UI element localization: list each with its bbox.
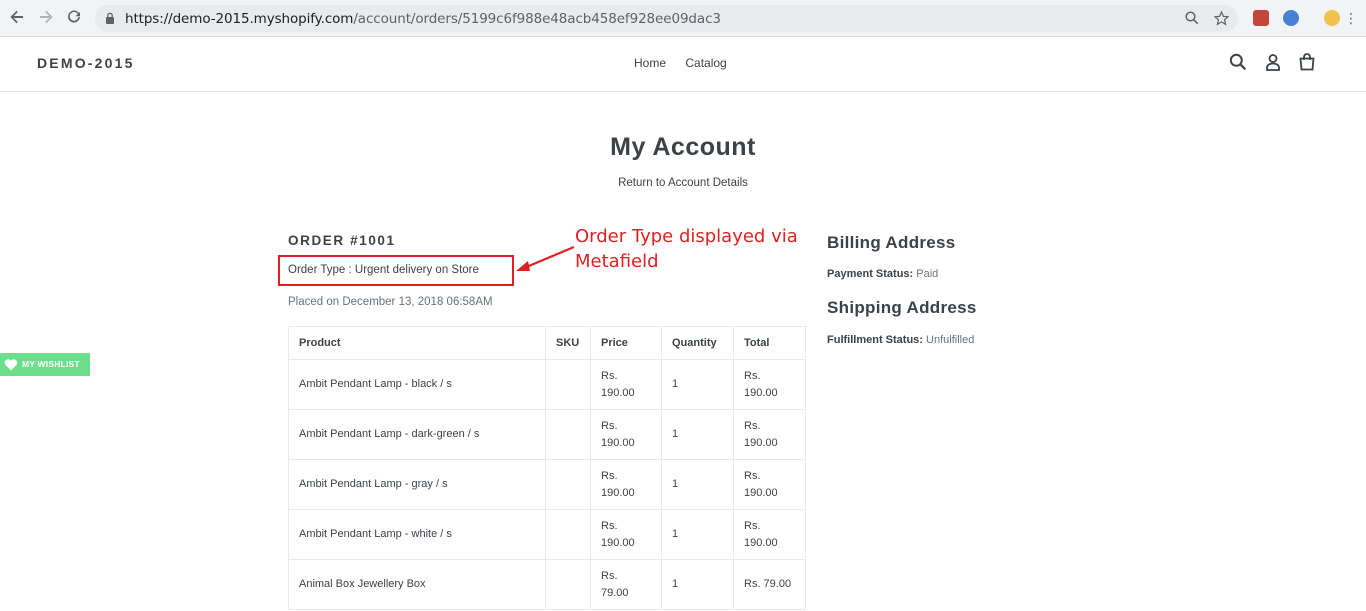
heart-icon — [4, 359, 18, 371]
annotation-line-1: Order Type displayed via — [575, 226, 798, 247]
billing-address-title: Billing Address — [827, 233, 956, 252]
page-title: My Account — [610, 133, 756, 161]
order-placed-date: Placed on December 13, 2018 06:58AM — [288, 296, 493, 308]
store-logo[interactable]: DEMO-2015 — [37, 55, 135, 71]
total-cell: Rs. 190.00 — [733, 409, 806, 460]
nav-catalog-link[interactable]: Catalog — [685, 56, 726, 70]
quantity-cell: 1 — [661, 359, 734, 410]
payment-status: Payment Status: Paid — [827, 268, 939, 280]
annotation-callout: Order Type displayed via Metafield — [575, 224, 798, 274]
my-wishlist-button[interactable]: MY WISHLIST — [0, 353, 90, 376]
main-nav: Home Catalog — [634, 56, 743, 70]
lock-icon — [106, 12, 114, 24]
header-total: Total — [733, 326, 806, 360]
cart-icon[interactable] — [1298, 53, 1318, 73]
sku-cell — [545, 459, 591, 510]
total-cell: Rs. 79.00 — [733, 559, 806, 610]
bookmark-star-icon[interactable] — [1213, 10, 1229, 27]
order-title: ORDER #1001 — [288, 233, 396, 248]
price-cell: Rs. 79.00 — [590, 559, 662, 610]
pdf-extension-icon[interactable] — [1253, 10, 1269, 26]
quantity-cell: 1 — [661, 509, 734, 560]
price-cell: Rs. 190.00 — [590, 359, 662, 410]
table-row: Ambit Pendant Lamp - gray / s Rs. 190.00 … — [288, 459, 806, 510]
site-header: DEMO-2015 Home Catalog — [0, 37, 1366, 92]
fulfillment-status: Fulfillment Status: Unfulfilled — [827, 334, 975, 346]
product-name[interactable]: Ambit Pendant Lamp - dark-green / s — [288, 409, 546, 460]
product-name[interactable]: Ambit Pendant Lamp - white / s — [288, 509, 546, 560]
annotation-arrow-icon — [516, 245, 575, 271]
price-cell: Rs. 190.00 — [590, 409, 662, 460]
order-items-table: Product SKU Price Quantity Total Ambit P… — [288, 326, 806, 610]
price-cell: Rs. 190.00 — [590, 459, 662, 510]
shipping-address-title: Shipping Address — [827, 298, 977, 317]
table-row: Animal Box Jewellery Box Rs. 79.00 1 Rs. … — [288, 559, 806, 610]
quantity-cell: 1 — [661, 409, 734, 460]
total-cell: Rs. 190.00 — [733, 359, 806, 410]
table-row: Ambit Pendant Lamp - black / s Rs. 190.00… — [288, 359, 806, 410]
extension-icon[interactable] — [1283, 10, 1299, 26]
url-text: https://demo-2015.myshopify.com/account/… — [125, 11, 721, 27]
header-product: Product — [288, 326, 546, 360]
product-name[interactable]: Ambit Pendant Lamp - gray / s — [288, 459, 546, 510]
table-header-row: Product SKU Price Quantity Total — [288, 326, 806, 360]
browser-toolbar: https://demo-2015.myshopify.com/account/… — [0, 0, 1366, 37]
back-icon[interactable] — [8, 9, 26, 27]
return-to-account-link[interactable]: Return to Account Details — [0, 177, 1366, 189]
sku-cell — [545, 509, 591, 560]
search-icon[interactable] — [1229, 53, 1249, 73]
wishlist-label: MY WISHLIST — [22, 359, 80, 369]
order-type-text: Order Type : Urgent delivery on Store — [288, 264, 479, 276]
table-row: Ambit Pendant Lamp - dark-green / s Rs. 1… — [288, 409, 806, 460]
forward-icon[interactable] — [37, 9, 55, 27]
account-icon[interactable] — [1264, 53, 1284, 73]
sku-cell — [545, 359, 591, 410]
sku-cell — [545, 409, 591, 460]
quantity-cell: 1 — [661, 559, 734, 610]
profile-avatar-icon[interactable] — [1324, 10, 1340, 26]
total-cell: Rs. 190.00 — [733, 459, 806, 510]
sku-cell — [545, 559, 591, 610]
order-type-highlight-box: Order Type : Urgent delivery on Store — [278, 255, 514, 286]
table-row: Ambit Pendant Lamp - white / s Rs. 190.00… — [288, 509, 806, 560]
total-cell: Rs. 190.00 — [733, 509, 806, 560]
address-bar[interactable]: https://demo-2015.myshopify.com/account/… — [95, 5, 1238, 32]
zoom-icon[interactable] — [1184, 11, 1200, 27]
nav-home-link[interactable]: Home — [634, 56, 666, 70]
header-quantity: Quantity — [661, 326, 734, 360]
price-cell: Rs. 190.00 — [590, 509, 662, 560]
quantity-cell: 1 — [661, 459, 734, 510]
menu-dots-icon[interactable]: ⋮ — [1342, 9, 1360, 27]
product-name[interactable]: Ambit Pendant Lamp - black / s — [288, 359, 546, 410]
product-name[interactable]: Animal Box Jewellery Box — [288, 559, 546, 610]
reload-icon[interactable] — [65, 9, 83, 27]
header-price: Price — [590, 326, 662, 360]
annotation-line-2: Metafield — [575, 251, 659, 272]
header-sku: SKU — [545, 326, 591, 360]
